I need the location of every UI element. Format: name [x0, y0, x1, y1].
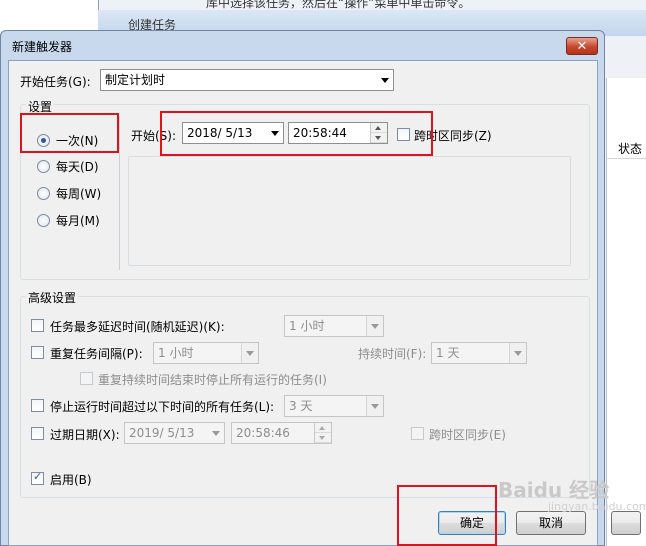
baidu-watermark: Baidu 经验 — [498, 478, 610, 502]
expire-time-spinner[interactable] — [314, 423, 331, 443]
expire-time-field[interactable]: 20:58:46 — [231, 422, 332, 444]
radio-weekly[interactable] — [37, 187, 50, 200]
dialog-title: 新建触发器 — [12, 40, 73, 54]
radio-daily-label: 每天(D) — [56, 160, 99, 174]
highlight-box-start — [160, 111, 433, 156]
delay-label: 任务最多延迟时间(随机延迟)(K): — [50, 320, 225, 334]
background-column-header[interactable]: 状态 — [606, 136, 646, 159]
close-button[interactable]: ✕ — [566, 37, 598, 55]
status-column-label: 状态 — [618, 142, 643, 156]
enabled-label: 启用(B) — [50, 473, 92, 487]
stop-longer-checkbox[interactable] — [31, 399, 44, 412]
radio-daily[interactable] — [37, 160, 50, 173]
enabled-checkbox[interactable]: ✓ — [31, 470, 44, 485]
duration-select[interactable]: 1 天 — [431, 342, 527, 364]
chevron-down-icon — [212, 431, 220, 436]
expire-checkbox[interactable] — [31, 427, 44, 440]
repeat-label: 重复任务间隔(P): — [50, 347, 143, 361]
repeat-interval-select[interactable]: 1 小时 — [153, 342, 259, 364]
expire-label: 过期日期(X): — [50, 428, 120, 442]
expire-time-value: 20:58:46 — [236, 426, 290, 440]
duration-label: 持续时间(F): — [358, 347, 427, 361]
baidu-watermark-url: jingyan.baidu.com — [548, 500, 646, 513]
expire-date-value: 2019/ 5/13 — [129, 426, 195, 440]
spin-down-icon[interactable] — [315, 433, 331, 443]
advanced-settings-title: 高级设置 — [26, 289, 79, 306]
background-window-button[interactable] — [611, 511, 641, 535]
expire-sync-label: 跨时区同步(E) — [429, 428, 506, 442]
checkmark-icon: ✓ — [33, 470, 43, 483]
spin-up-icon[interactable] — [315, 423, 331, 433]
stop-longer-select[interactable]: 3 天 — [284, 395, 384, 417]
chevron-down-icon — [381, 78, 389, 83]
highlight-box-ok — [397, 485, 497, 546]
cancel-button[interactable]: 取消 — [516, 511, 586, 535]
expire-date-picker[interactable]: 2019/ 5/13 — [124, 422, 225, 444]
stop-longer-value: 3 天 — [289, 399, 313, 413]
radio-monthly-label: 每月(M) — [56, 214, 100, 228]
background-instruction-text: 库中选择该任务，然后在“操作”菜单中单击命令。 — [206, 0, 471, 10]
chevron-down-icon — [371, 324, 379, 329]
chevron-down-icon — [514, 351, 522, 356]
highlight-box-once — [20, 113, 119, 153]
start-task-select[interactable]: 制定计划时 — [100, 69, 394, 91]
repeat-interval-value: 1 小时 — [158, 346, 194, 360]
expire-sync-checkbox[interactable] — [411, 427, 424, 440]
repeat-checkbox[interactable] — [31, 346, 44, 359]
settings-divider — [119, 116, 120, 270]
delay-checkbox[interactable] — [31, 319, 44, 332]
delay-select[interactable]: 1 小时 — [284, 315, 384, 337]
radio-weekly-label: 每周(W) — [56, 187, 102, 201]
stop-all-label: 重复持续时间结束时停止所有运行的任务(I) — [98, 373, 327, 387]
start-task-label: 开始任务(G): — [20, 75, 91, 89]
chevron-down-icon — [246, 351, 254, 356]
delay-value: 1 小时 — [289, 319, 325, 333]
stop-longer-label: 停止运行时间超过以下时间的所有任务(L): — [50, 400, 275, 414]
duration-value: 1 天 — [436, 346, 460, 360]
stop-all-checkbox[interactable] — [80, 372, 93, 385]
start-task-value: 制定计划时 — [105, 73, 166, 87]
recurrence-options-panel — [128, 156, 571, 266]
close-icon: ✕ — [576, 39, 588, 54]
radio-monthly[interactable] — [37, 214, 50, 227]
chevron-down-icon — [371, 404, 379, 409]
